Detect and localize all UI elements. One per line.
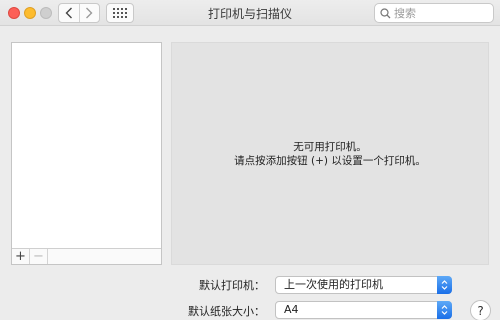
printer-list[interactable]: + −: [11, 42, 162, 265]
default-printer-popup[interactable]: 上一次使用的打印机: [275, 276, 452, 294]
popup-arrows-icon: [437, 276, 452, 294]
close-button[interactable]: [8, 7, 20, 19]
search-field[interactable]: [374, 3, 494, 23]
no-printer-message: 无可用打印机。: [293, 140, 367, 153]
help-button[interactable]: ?: [470, 300, 491, 320]
add-printer-button[interactable]: +: [12, 249, 30, 264]
paper-size-value: A4: [284, 303, 299, 316]
paper-size-label: 默认纸张大小：: [188, 305, 265, 318]
remove-printer-button: −: [30, 249, 48, 264]
popup-arrows-icon: [437, 301, 452, 319]
search-input[interactable]: [394, 6, 489, 20]
show-all-button[interactable]: [106, 3, 134, 23]
grid-icon: [113, 8, 127, 18]
title-bar: 打印机与扫描仪: [0, 0, 500, 26]
chevron-left-icon: [65, 7, 72, 19]
add-printer-hint: 请点按添加按钮 (+) 以设置一个打印机。: [234, 154, 426, 167]
minimize-button[interactable]: [24, 7, 36, 19]
chevron-right-icon: [86, 7, 93, 19]
zoom-button[interactable]: [40, 7, 52, 19]
list-footer: + −: [12, 248, 161, 264]
window-title: 打印机与扫描仪: [207, 7, 292, 21]
forward-button[interactable]: [78, 4, 100, 22]
back-forward-group: [58, 3, 100, 23]
paper-size-popup[interactable]: A4: [275, 301, 452, 319]
search-icon: [380, 7, 391, 18]
default-printer-label: 默认打印机：: [199, 279, 265, 292]
back-button[interactable]: [59, 4, 79, 22]
printer-detail-panel: 无可用打印机。 请点按添加按钮 (+) 以设置一个打印机。: [171, 42, 489, 265]
default-printer-value: 上一次使用的打印机: [284, 278, 383, 291]
